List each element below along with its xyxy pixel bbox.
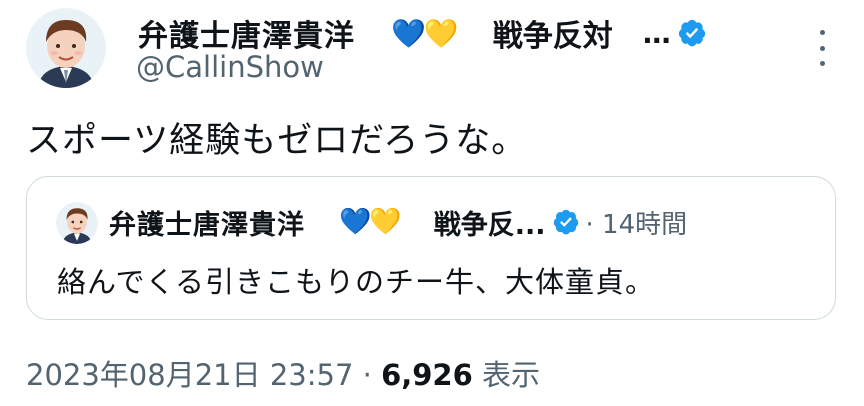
author-name-tail[interactable]: 戦争反対 [493, 11, 613, 55]
quoted-heart-emojis: 💙💛 [339, 207, 402, 237]
quoted-tweet-text: 絡んでくる引きこもりのチー牛、大体童貞。 [57, 265, 655, 299]
quoted-timestamp[interactable]: · 14時間 [586, 204, 688, 241]
tweet-meta: 2023年08月21日 23:57 · 6,926 表示 [26, 352, 540, 394]
author-avatar[interactable] [26, 8, 106, 88]
more-options-icon[interactable] [810, 30, 834, 66]
verified-badge-icon [553, 209, 578, 235]
quoted-author-avatar[interactable] [56, 202, 98, 244]
verified-badge-icon[interactable] [677, 18, 707, 48]
name-ellipsis: … [642, 16, 671, 50]
view-count: 6,926 [381, 358, 473, 392]
quoted-author-name[interactable]: 弁護士唐澤貴洋 [109, 203, 305, 242]
tweet-datetime[interactable]: 2023年08月21日 23:57 [26, 358, 353, 392]
author-handle[interactable]: @CallinShow [136, 50, 324, 84]
author-name[interactable]: 弁護士唐澤貴洋 [138, 11, 355, 55]
quoted-author-row[interactable]: 弁護士唐澤貴洋 💙💛 戦争反... · 14時間 [109, 199, 687, 245]
meta-separator: · [353, 358, 382, 392]
quoted-tweet[interactable]: 弁護士唐澤貴洋 💙💛 戦争反... · 14時間 絡んでくる引きこもりのチー牛、… [26, 176, 836, 320]
tweet: 弁護士唐澤貴洋 💙💛 戦争反対 … @CallinShow スポーツ経験もゼロだ… [0, 0, 864, 406]
avatar-image-icon [26, 8, 106, 88]
quoted-author-name-tail[interactable]: 戦争反... [434, 203, 546, 242]
view-label: 表示 [472, 358, 541, 392]
heart-emojis: 💙💛 [391, 16, 459, 50]
tweet-text: スポーツ経験もゼロだろうな。 [26, 121, 528, 161]
avatar-image-icon [56, 202, 98, 244]
